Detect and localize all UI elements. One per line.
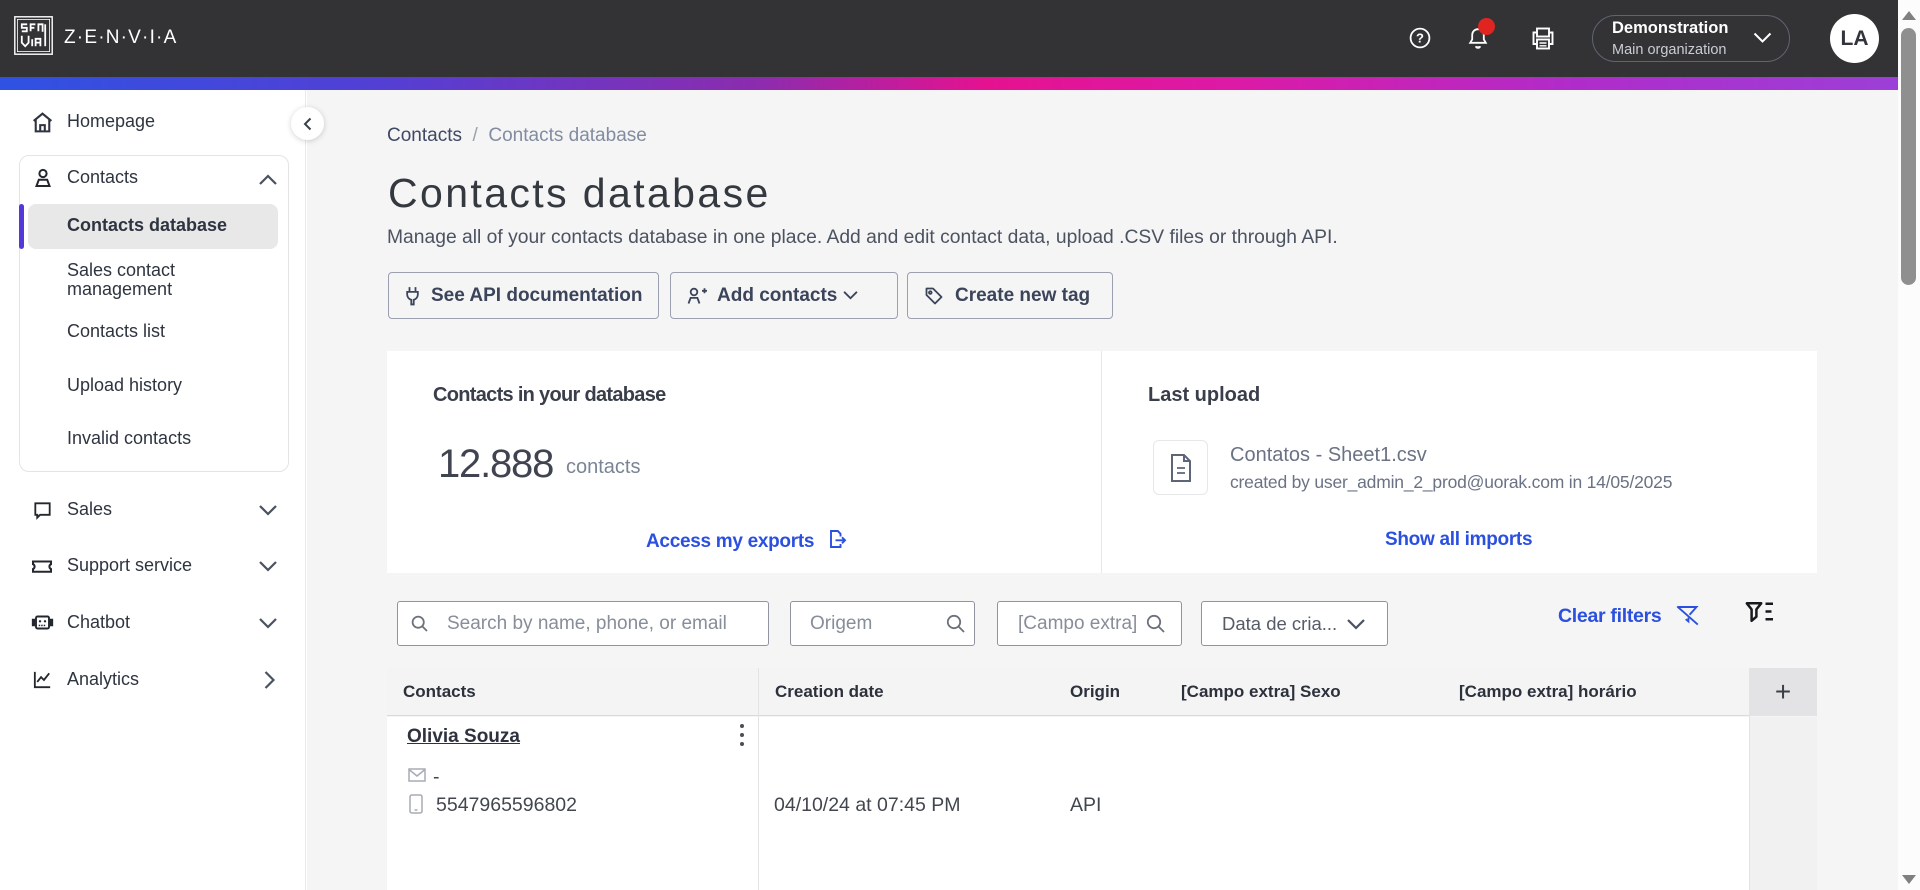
svg-text:?: ? (1416, 31, 1424, 46)
